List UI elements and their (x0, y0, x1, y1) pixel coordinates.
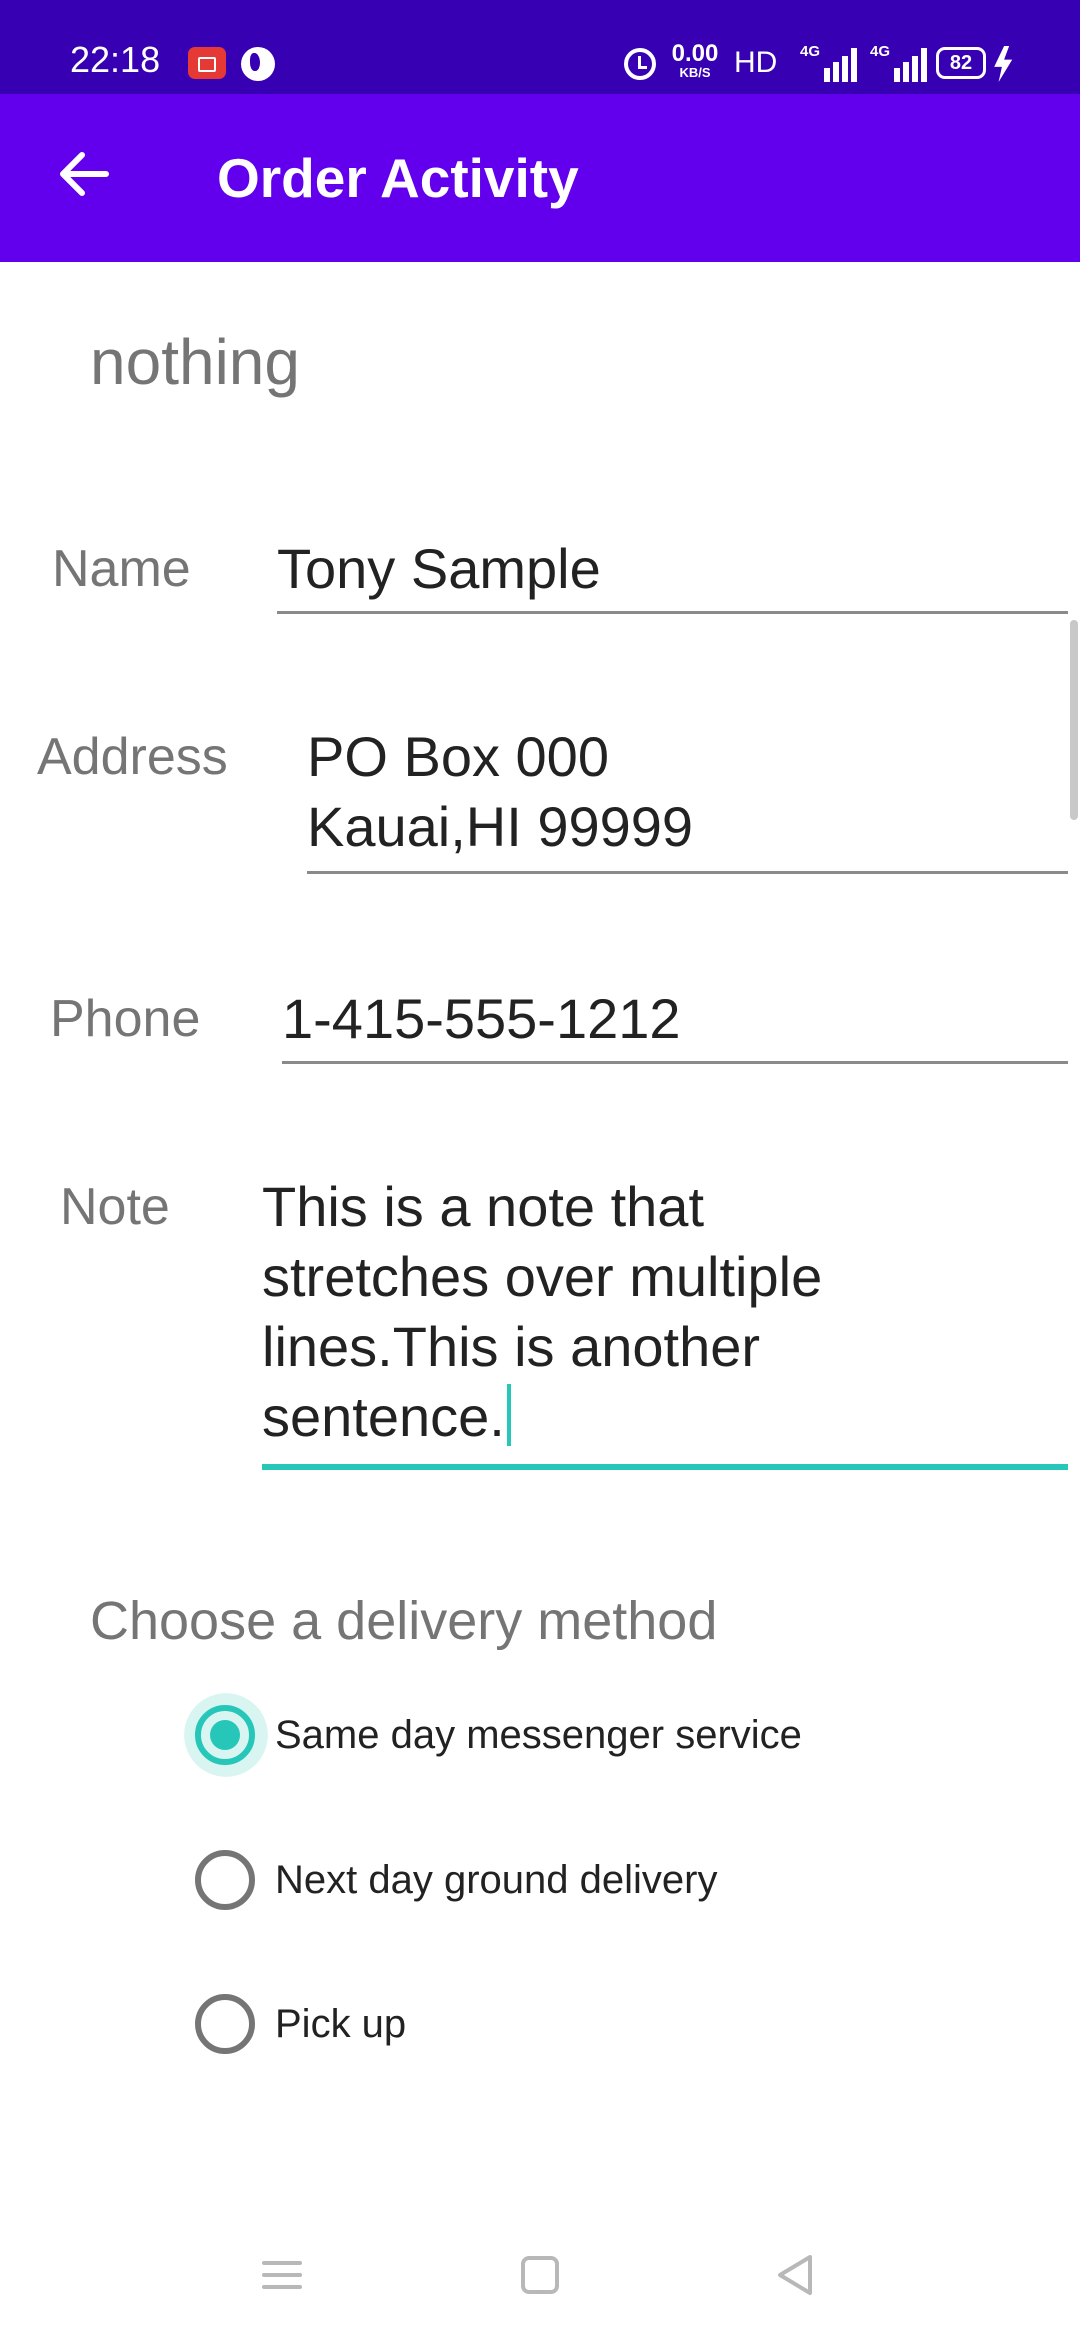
phone-field[interactable]: 1-415-555-1212 (282, 984, 1068, 1064)
app-bar: Order Activity (0, 94, 1080, 262)
address-line-1: PO Box 000 (307, 725, 609, 788)
radio-same-day[interactable]: Same day messenger service (195, 1695, 802, 1775)
radio-checked-icon[interactable] (195, 1705, 255, 1765)
battery-icon: 82 (936, 47, 986, 79)
note-label: Note (60, 1178, 170, 1236)
home-button[interactable] (510, 2245, 570, 2305)
delivery-method-title: Choose a delivery method (90, 1591, 718, 1651)
alarm-icon (624, 48, 656, 80)
radio-unchecked-icon[interactable] (195, 1850, 255, 1910)
note-line: stretches over multiple (262, 1245, 823, 1308)
globe-icon (241, 47, 275, 81)
radio-next-day[interactable]: Next day ground delivery (195, 1840, 717, 1920)
network-speed-value: 0.00 (671, 40, 719, 67)
phone-value: 1-415-555-1212 (282, 987, 681, 1050)
recent-apps-button[interactable] (252, 2245, 312, 2305)
address-label: Address (37, 728, 228, 786)
text-cursor (506, 1384, 511, 1446)
signal-label: 4G (870, 43, 891, 60)
name-value: Tony Sample (277, 537, 601, 600)
page-title: Order Activity (217, 147, 579, 209)
radio-label: Next day ground delivery (275, 1858, 718, 1902)
name-label: Name (52, 540, 191, 598)
radio-unchecked-icon[interactable] (195, 1994, 255, 2054)
note-line: lines.This is another (262, 1315, 761, 1378)
address-field[interactable]: PO Box 000 Kauai,HI 99999 (307, 722, 1068, 874)
header-text: nothing (90, 326, 300, 398)
signal-icon: 4G (800, 44, 860, 82)
home-square-icon (521, 2256, 559, 2294)
name-field[interactable]: Tony Sample (277, 534, 1068, 614)
back-triangle-icon (778, 2255, 812, 2295)
note-field[interactable]: This is a note that stretches over multi… (262, 1172, 1068, 1470)
menu-icon (262, 2261, 302, 2289)
back-button[interactable] (48, 138, 120, 210)
signal-label: 4G (800, 43, 821, 60)
signal-icon: 4G (870, 44, 930, 82)
phone-label: Phone (50, 990, 201, 1048)
network-speed: 0.00 KB/S (670, 42, 720, 80)
status-time: 22:18 (70, 39, 161, 80)
screen-record-icon (188, 47, 226, 79)
status-bar: 22:18 0.00 KB/S HD 4G 4G 82 (0, 0, 1080, 94)
system-back-button[interactable] (766, 2245, 826, 2305)
address-line-2: Kauai,HI 99999 (307, 795, 694, 858)
hd-label: HD (734, 46, 778, 79)
arrow-back-icon (60, 152, 109, 196)
radio-label: Same day messenger service (275, 1713, 802, 1757)
charging-bolt-icon (994, 46, 1013, 82)
note-line: sentence. (262, 1385, 505, 1448)
radio-label: Pick up (275, 2002, 407, 2046)
scrollbar[interactable] (1070, 620, 1078, 820)
radio-pick-up[interactable]: Pick up (195, 1984, 406, 2064)
network-speed-unit: KB/S (679, 65, 711, 80)
navigation-bar (0, 2210, 1080, 2340)
note-line: This is a note that (262, 1175, 705, 1238)
